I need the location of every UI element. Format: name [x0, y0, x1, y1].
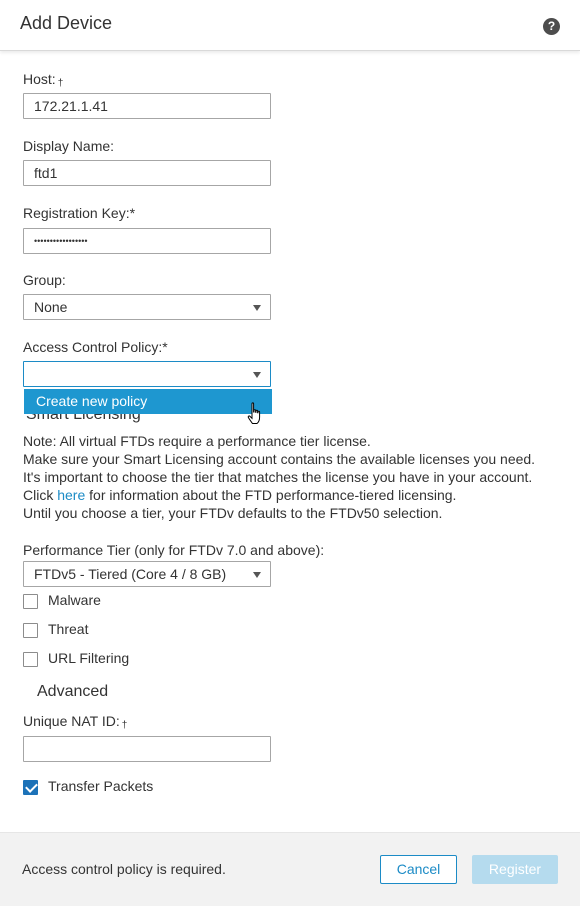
- note-line: Until you choose a tier, your FTDv defau…: [23, 505, 443, 521]
- access-control-policy-select[interactable]: [23, 361, 271, 387]
- unique-nat-id-input[interactable]: [23, 736, 271, 762]
- display-name-label: Display Name:: [23, 138, 115, 154]
- display-name-input[interactable]: ftd1: [23, 160, 271, 186]
- registration-key-label: Registration Key:*: [23, 205, 136, 221]
- validation-message: Access control policy is required.: [22, 861, 226, 877]
- note-line: Note: All virtual FTDs require a perform…: [23, 433, 371, 449]
- dialog-header: Add Device ?: [0, 0, 580, 51]
- note-line: Make sure your Smart Licensing account c…: [23, 451, 536, 467]
- malware-label: Malware: [48, 592, 101, 608]
- host-input[interactable]: 172.21.1.41: [23, 93, 271, 119]
- registration-key-input[interactable]: •••••••••••••••••: [23, 228, 271, 254]
- register-button[interactable]: Register: [472, 855, 558, 884]
- group-select[interactable]: None: [23, 294, 271, 320]
- required-dagger-icon: †: [121, 720, 128, 731]
- group-label: Group:: [23, 272, 66, 288]
- caret-down-icon: [253, 305, 261, 311]
- transfer-packets-label: Transfer Packets: [48, 778, 154, 794]
- create-new-policy-option[interactable]: Create new policy: [24, 389, 272, 414]
- malware-checkbox[interactable]: [23, 594, 38, 609]
- note-line: It's important to choose the tier that m…: [23, 469, 533, 485]
- performance-tier-select[interactable]: FTDv5 - Tiered (Core 4 / 8 GB): [23, 561, 271, 587]
- access-control-policy-label: Access Control Policy:*: [23, 339, 168, 355]
- performance-tier-label: Performance Tier (only for FTDv 7.0 and …: [23, 542, 325, 558]
- url-filtering-checkbox[interactable]: [23, 652, 38, 667]
- host-label: Host: †: [23, 71, 64, 89]
- note-line: Click here for information about the FTD…: [23, 487, 457, 503]
- required-dagger-icon: †: [57, 78, 64, 89]
- transfer-packets-checkbox[interactable]: [23, 780, 38, 795]
- advanced-section-toggle[interactable]: Advanced: [37, 683, 108, 701]
- caret-down-icon: [253, 372, 261, 378]
- licensing-info-link[interactable]: here: [57, 487, 85, 503]
- performance-tier-value: FTDv5 - Tiered (Core 4 / 8 GB): [34, 566, 227, 582]
- licensing-note: Note: All virtual FTDs require a perform…: [23, 432, 563, 522]
- dialog-title: Add Device: [20, 13, 113, 33]
- threat-label: Threat: [48, 621, 89, 637]
- group-select-value: None: [34, 299, 68, 315]
- unique-nat-id-label: Unique NAT ID: †: [23, 713, 128, 731]
- cancel-button[interactable]: Cancel: [380, 855, 457, 884]
- dialog-footer: Access control policy is required. Cance…: [0, 832, 580, 906]
- caret-down-icon: [253, 572, 261, 578]
- help-icon[interactable]: ?: [543, 18, 560, 35]
- url-filtering-label: URL Filtering: [48, 650, 130, 666]
- threat-checkbox[interactable]: [23, 623, 38, 638]
- hand-cursor-icon: [247, 402, 261, 424]
